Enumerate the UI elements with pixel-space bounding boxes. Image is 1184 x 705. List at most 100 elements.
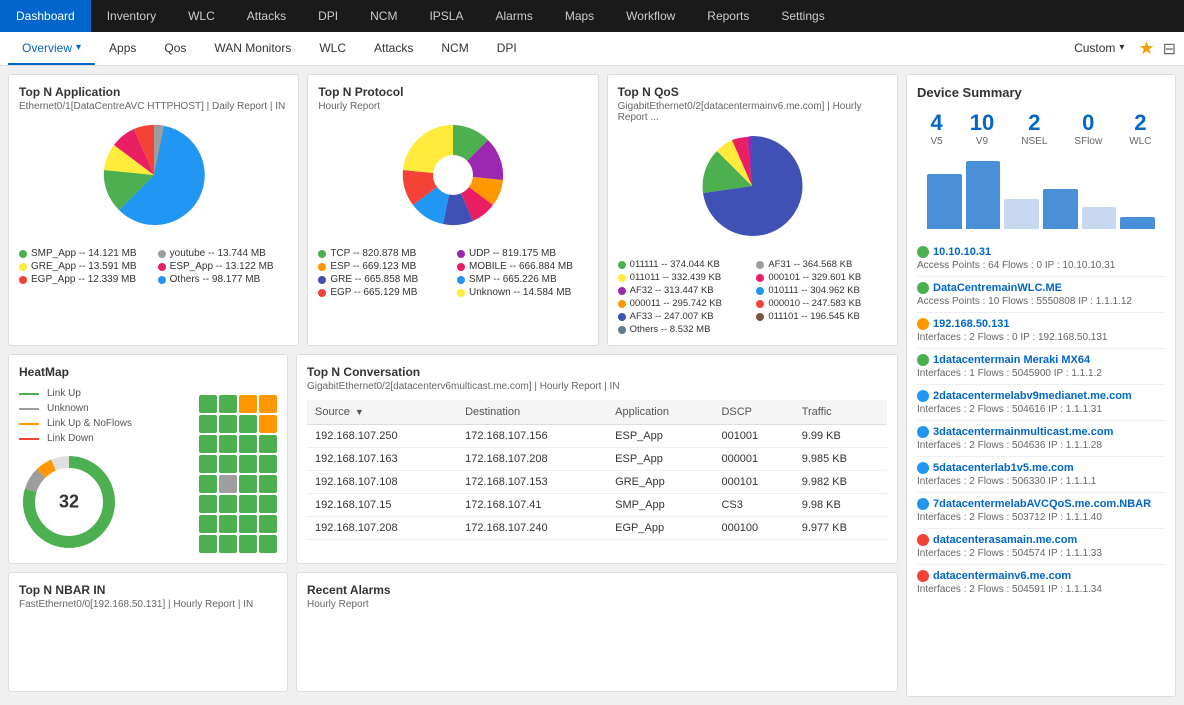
heatmap-cell	[199, 455, 217, 473]
bar-item	[927, 174, 962, 229]
overview-dropdown-arrow: ▾	[76, 42, 81, 53]
nav-workflow[interactable]: Workflow	[610, 0, 691, 32]
table-row: 192.168.107.108 172.168.107.153 GRE_App …	[307, 471, 887, 494]
cell-application: ESP_App	[607, 448, 713, 471]
device-status-icon	[917, 534, 929, 546]
legend-item: TCP -- 820.878 MB	[318, 248, 449, 259]
nav-inventory[interactable]: Inventory	[91, 0, 172, 32]
table-row: 192.168.107.250 172.168.107.156 ESP_App …	[307, 425, 887, 448]
cell-source: 192.168.107.250	[307, 425, 457, 448]
col-application[interactable]: Application	[607, 400, 713, 425]
cell-destination: 172.168.107.153	[457, 471, 607, 494]
legend-dot	[457, 289, 465, 297]
tab-dpi[interactable]: DPI	[483, 32, 531, 65]
legend-item: UDP -- 819.175 MB	[457, 248, 588, 259]
top-n-application-card: Top N Application Ethernet0/1[DataCentre…	[8, 74, 299, 346]
device-details: Access Points : 10 Flows : 5550808 IP : …	[917, 296, 1165, 307]
alarms-title: Recent Alarms	[307, 583, 887, 597]
device-status-icon	[917, 246, 929, 258]
heatmap-cell	[259, 415, 277, 433]
tab-overview[interactable]: Overview ▾	[8, 32, 95, 65]
device-details: Interfaces : 2 Flows : 0 IP : 192.168.50…	[917, 332, 1165, 343]
col-source[interactable]: Source ▼	[307, 400, 457, 425]
device-list-item[interactable]: 5datacenterlab1v5.me.com Interfaces : 2 …	[917, 457, 1165, 493]
tab-apps[interactable]: Apps	[95, 32, 150, 65]
tab-custom[interactable]: Custom ▾	[1060, 32, 1138, 65]
wlc-label: WLC	[1129, 136, 1151, 147]
top-n-qos-title: Top N QoS	[618, 85, 887, 99]
nav-maps[interactable]: Maps	[549, 0, 610, 32]
heatmap-cell	[219, 395, 237, 413]
legend-dot	[618, 313, 626, 321]
legend-item: EGP_App -- 12.339 MB	[19, 274, 150, 285]
top-charts-row: Top N Application Ethernet0/1[DataCentre…	[8, 74, 898, 346]
nav-reports[interactable]: Reports	[691, 0, 765, 32]
device-list-item[interactable]: 192.168.50.131 Interfaces : 2 Flows : 0 …	[917, 313, 1165, 349]
heatmap-cell	[259, 495, 277, 513]
nav-dpi[interactable]: DPI	[302, 0, 354, 32]
device-name: DataCentremainWLC.ME	[917, 282, 1165, 294]
top-navigation: Dashboard Inventory WLC Attacks DPI NCM …	[0, 0, 1184, 32]
heatmap-cell	[219, 515, 237, 533]
device-list-item[interactable]: DataCentremainWLC.ME Access Points : 10 …	[917, 277, 1165, 313]
heatmap-cell	[219, 475, 237, 493]
favorite-icon[interactable]: ★	[1138, 38, 1154, 59]
legend-dot	[618, 287, 626, 295]
legend-item: 000010 -- 247.583 KB	[756, 298, 887, 309]
nav-dashboard[interactable]: Dashboard	[0, 0, 91, 32]
cell-application: EGP_App	[607, 517, 713, 540]
heatmap-cell	[259, 535, 277, 553]
nav-ipsla[interactable]: IPSLA	[413, 0, 479, 32]
device-name: 3datacentermainmulticast.me.com	[917, 426, 1165, 438]
nav-attacks[interactable]: Attacks	[231, 0, 302, 32]
device-list-item[interactable]: 1datacentermain Meraki MX64 Interfaces :…	[917, 349, 1165, 385]
legend-item: ESP -- 669.123 MB	[318, 261, 449, 272]
legend-item: SMP -- 665.226 MB	[457, 274, 588, 285]
top-n-nbar-card: Top N NBAR IN FastEthernet0/0[192.168.50…	[8, 572, 288, 692]
legend-dot	[318, 263, 326, 271]
tab-attacks[interactable]: Attacks	[360, 32, 427, 65]
device-list-item[interactable]: 2datacentermelabv9medianet.me.com Interf…	[917, 385, 1165, 421]
legend-dot	[158, 263, 166, 271]
device-details: Interfaces : 2 Flows : 504591 IP : 1.1.1…	[917, 584, 1165, 595]
heatmap-cell	[199, 495, 217, 513]
cell-dscp: 001001	[713, 425, 793, 448]
nbar-subtitle: FastEthernet0/0[192.168.50.131] | Hourly…	[19, 599, 277, 610]
col-destination[interactable]: Destination	[457, 400, 607, 425]
device-list-item[interactable]: datacentermainv6.me.com Interfaces : 2 F…	[917, 565, 1165, 600]
device-status-icon	[917, 354, 929, 366]
device-list-item[interactable]: 7datacentermelabAVCQoS.me.com.NBAR Inter…	[917, 493, 1165, 529]
device-list-item[interactable]: 3datacentermainmulticast.me.com Interfac…	[917, 421, 1165, 457]
bar-item	[1004, 199, 1039, 229]
tab-ncm[interactable]: NCM	[427, 32, 482, 65]
heatmap-cell	[239, 415, 257, 433]
legend-dot	[756, 261, 764, 269]
top-n-app-subtitle: Ethernet0/1[DataCentreAVC HTTPHOST] | Da…	[19, 101, 288, 112]
bottom-row: Top N NBAR IN FastEthernet0/0[192.168.50…	[8, 572, 898, 692]
heatmap-cell	[219, 415, 237, 433]
legend-dot	[618, 300, 626, 308]
nav-settings[interactable]: Settings	[765, 0, 840, 32]
tab-qos[interactable]: Qos	[150, 32, 200, 65]
device-list-item[interactable]: datacenterasamain.me.com Interfaces : 2 …	[917, 529, 1165, 565]
top-n-qos-card: Top N QoS GigabitEthernet0/2[datacenterm…	[607, 74, 898, 346]
page-settings-icon[interactable]: ⊟	[1163, 39, 1176, 59]
col-dscp[interactable]: DSCP	[713, 400, 793, 425]
tab-wan-monitors[interactable]: WAN Monitors	[200, 32, 305, 65]
nav-ncm[interactable]: NCM	[354, 0, 413, 32]
main-content: Top N Application Ethernet0/1[DataCentre…	[0, 66, 1184, 705]
device-name: 1datacentermain Meraki MX64	[917, 354, 1165, 366]
nav-wlc[interactable]: WLC	[172, 0, 231, 32]
conversation-table-container: Source ▼ Destination Application DSCP Tr…	[307, 400, 887, 540]
tab-wlc[interactable]: WLC	[305, 32, 360, 65]
col-traffic[interactable]: Traffic	[794, 400, 887, 425]
alarms-subtitle: Hourly Report	[307, 599, 887, 610]
cell-dscp: 000101	[713, 471, 793, 494]
device-name: 2datacentermelabv9medianet.me.com	[917, 390, 1165, 402]
device-status-icon	[917, 426, 929, 438]
cell-dscp: 000100	[713, 517, 793, 540]
device-list-item[interactable]: 10.10.10.31 Access Points : 64 Flows : 0…	[917, 241, 1165, 277]
nav-alarms[interactable]: Alarms	[479, 0, 548, 32]
table-row: 192.168.107.15 172.168.107.41 SMP_App CS…	[307, 494, 887, 517]
count-sflow: 0 SFlow	[1074, 110, 1102, 147]
